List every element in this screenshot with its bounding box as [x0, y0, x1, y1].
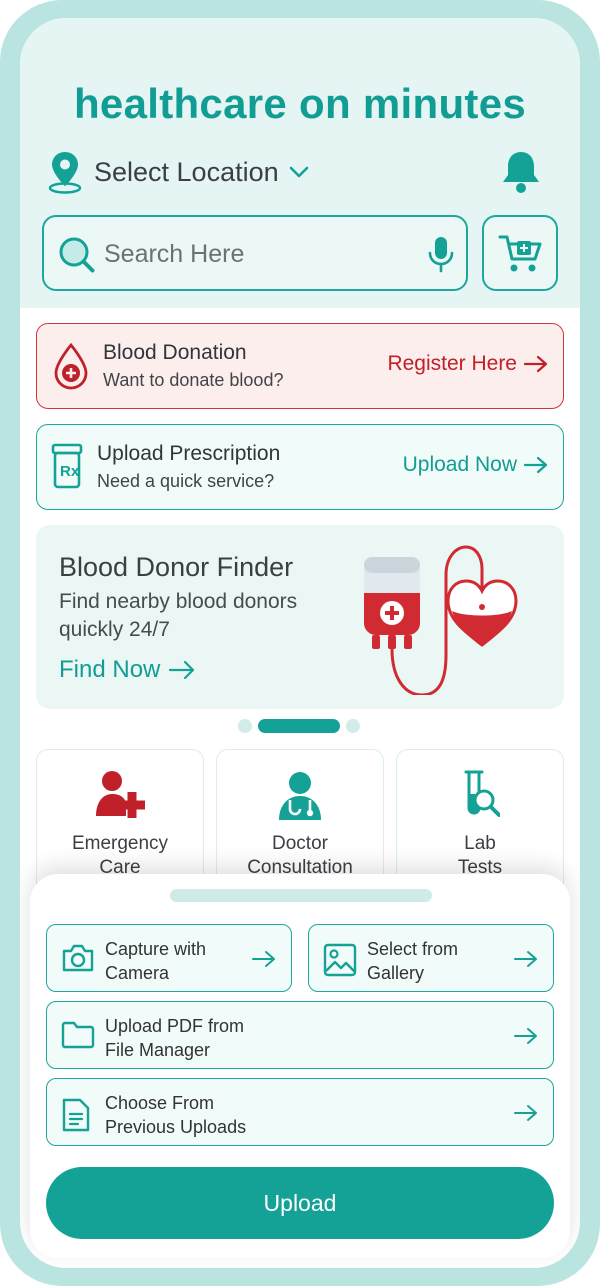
- option-label: Select from Gallery: [367, 937, 458, 985]
- upload-prescription-title: Upload Prescription: [97, 442, 281, 465]
- register-here-link[interactable]: Register Here: [387, 352, 549, 376]
- header: healthcare on minutes Select Location: [20, 18, 580, 308]
- folder-icon: [61, 1021, 95, 1049]
- service-label-line: Doctor: [272, 833, 328, 854]
- location-selector[interactable]: Select Location: [46, 148, 311, 196]
- arrow-right-icon: [523, 456, 548, 474]
- upload-now-link[interactable]: Upload Now: [403, 453, 549, 477]
- cart-button[interactable]: [482, 215, 558, 291]
- service-label-line: Lab: [464, 833, 496, 854]
- emergency-care-icon: [96, 771, 145, 818]
- arrow-right-icon: [169, 660, 195, 680]
- upload-prescription-card[interactable]: Rx Upload Prescription Need a quick serv…: [36, 424, 564, 510]
- arrow-right-icon: [252, 951, 275, 967]
- previous-uploads-option[interactable]: Choose From Previous Uploads: [46, 1078, 554, 1146]
- document-icon: [62, 1098, 90, 1132]
- carousel-dot-active[interactable]: [258, 719, 340, 733]
- service-label: Lab Tests: [397, 832, 563, 880]
- blood-donor-finder-banner[interactable]: Blood Donor Finder Find nearby blood don…: [36, 525, 564, 709]
- option-label: Capture with Camera: [105, 937, 206, 985]
- app-title: healthcare on minutes: [73, 80, 527, 127]
- carousel-dot[interactable]: [238, 719, 252, 733]
- arrow-right-icon: [514, 1028, 537, 1044]
- carousel-indicator[interactable]: [238, 718, 360, 734]
- service-label: Doctor Consultation: [217, 832, 383, 880]
- notification-button[interactable]: [498, 148, 544, 201]
- option-label-line: File Manager: [105, 1040, 211, 1060]
- banner-title: Blood Donor Finder: [59, 552, 294, 582]
- location-pin-icon: [48, 152, 82, 194]
- capture-camera-option[interactable]: Capture with Camera: [46, 924, 292, 992]
- upload-now-label: Upload Now: [402, 453, 517, 476]
- blood-donation-card[interactable]: Blood Donation Want to donate blood? Reg…: [36, 323, 564, 409]
- upload-pdf-option[interactable]: Upload PDF from File Manager: [46, 1001, 554, 1069]
- arrow-right-icon: [514, 951, 537, 967]
- option-label-line: Capture with: [105, 939, 207, 959]
- search-icon: [59, 237, 95, 273]
- search-input[interactable]: [104, 235, 404, 273]
- option-label-line: Upload PDF from: [105, 1016, 245, 1036]
- option-label: Upload PDF from File Manager: [105, 1014, 244, 1062]
- camera-icon: [62, 944, 94, 972]
- carousel-dot[interactable]: [346, 719, 360, 733]
- upload-button[interactable]: Upload: [46, 1167, 554, 1239]
- option-label-line: Previous Uploads: [105, 1117, 247, 1137]
- blood-drop-icon: [54, 342, 88, 390]
- chevron-down-icon: [289, 166, 308, 178]
- upload-bottom-sheet: Capture with Camera Select from Gallery: [30, 874, 570, 1258]
- search-bar: [42, 215, 468, 291]
- option-label-line: Gallery: [367, 963, 425, 983]
- arrow-right-icon: [514, 1105, 537, 1121]
- blood-bag-heart-illustration: [364, 545, 518, 695]
- option-label: Choose From Previous Uploads: [105, 1091, 246, 1139]
- blood-donation-title: Blood Donation: [103, 341, 247, 364]
- cart-icon: [498, 235, 542, 272]
- sheet-drag-handle[interactable]: [170, 889, 432, 902]
- gallery-icon: [323, 943, 357, 977]
- option-label-line: Camera: [105, 963, 170, 983]
- select-gallery-option[interactable]: Select from Gallery: [308, 924, 554, 992]
- bell-icon: [503, 152, 539, 193]
- option-label-line: Select from: [367, 939, 459, 959]
- microphone-icon[interactable]: [426, 235, 456, 275]
- lab-test-icon: [464, 770, 500, 817]
- upload-prescription-subtitle: Need a quick service?: [97, 471, 275, 491]
- prescription-icon: Rx: [51, 443, 83, 489]
- phone-frame: healthcare on minutes Select Location Se…: [0, 0, 600, 1286]
- svg-text:Rx: Rx: [60, 463, 80, 480]
- blood-donation-subtitle: Want to donate blood?: [103, 370, 284, 390]
- find-now-label: Find Now: [59, 656, 161, 683]
- service-label-line: Emergency: [71, 833, 169, 854]
- find-now-link[interactable]: Find Now: [59, 656, 196, 684]
- app-screen: healthcare on minutes Select Location Se…: [20, 18, 580, 1268]
- option-label-line: Choose From: [105, 1093, 215, 1113]
- register-here-label: Register Here: [387, 352, 517, 375]
- arrow-right-icon: [523, 355, 548, 373]
- banner-subtitle: Find nearby blood donors quickly 24/7: [59, 590, 298, 641]
- doctor-icon: [279, 772, 321, 820]
- service-label: Emergency Care: [37, 832, 203, 880]
- location-label: Select Location: [94, 156, 279, 187]
